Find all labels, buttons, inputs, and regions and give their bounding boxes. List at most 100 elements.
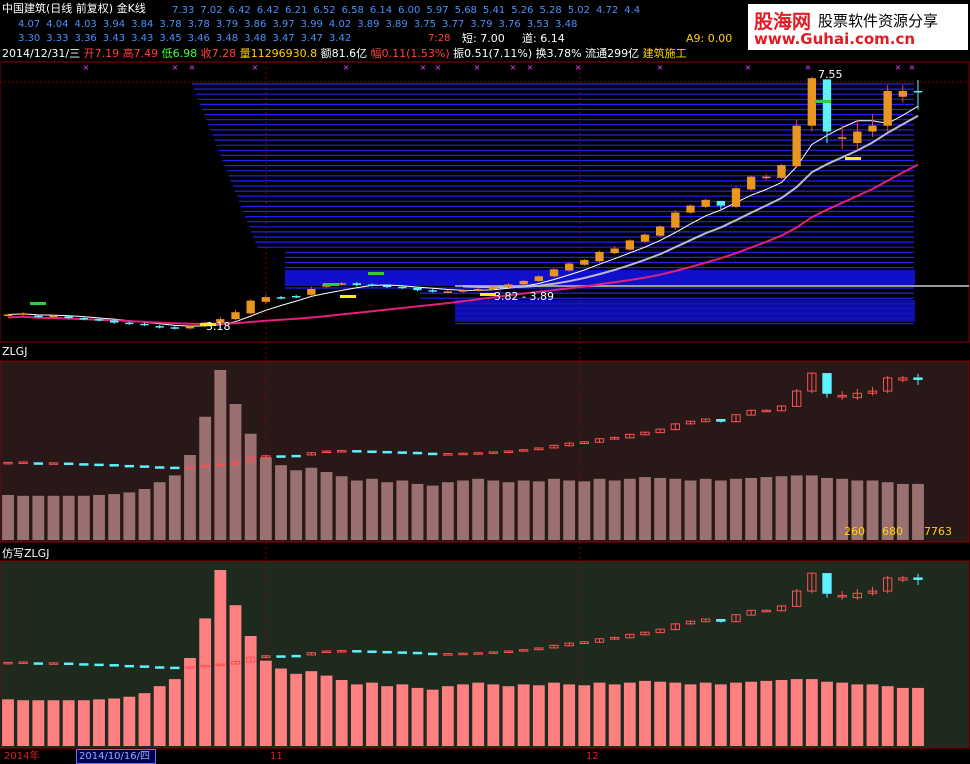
price-chart[interactable]: × × × × × × × × × × × × × × × × 7.55 3.18 3.82 - 3.89 2… [0,0,970,764]
volume-bar [366,478,378,540]
volume-bar [775,476,788,540]
mini-candle-body [94,663,104,667]
volume-bar [168,679,181,746]
signal-marker: × [474,63,481,72]
mini-candle-body [109,464,119,467]
volume-bar [229,404,242,540]
signal-bar [845,157,861,160]
volume-bar [699,478,712,540]
volume-bar [669,682,682,746]
chart-window: 中国建筑(日线 前复权) 金K线 7.33 7.02 6.42 6.42 6.21 6.5… [0,0,970,764]
mini-candle-body [352,650,362,653]
candle-body [155,326,164,328]
mini-candle-body [352,450,362,453]
zlgj-value-1: 260 [844,525,865,538]
candle-body [746,176,756,190]
volume-bar [699,682,712,746]
candle-body [307,289,316,295]
signal-bar [340,295,356,298]
mini-candle-body [33,462,44,465]
volume-bar [184,658,196,746]
volume-bar [396,684,409,746]
panel-title-zlgj[interactable]: ZLGJ [2,345,27,358]
mini-candle-body [124,464,135,468]
mini-candle-body [276,655,286,658]
date-month-12: 12 [586,751,599,762]
volume-bar [199,416,212,540]
volume-bar [153,482,166,540]
candle-body [276,297,286,299]
mini-candle-body [397,651,408,654]
candle-body [64,316,73,318]
candle-body [18,313,28,315]
mini-candle-body [913,577,923,580]
candle-body [109,320,119,323]
volume-bar [32,495,45,540]
volume-bar [290,673,303,746]
volume-bar [578,481,591,540]
volume-bar [244,636,257,746]
volume-bar [563,480,576,540]
candle-body [367,284,377,286]
signal-marker: × [657,63,664,72]
volume-bar [730,682,742,746]
mini-candle-body [822,373,832,394]
candle-body [837,137,847,139]
mini-candle-body [139,465,150,468]
candle-body [883,90,892,126]
candle-body [595,251,604,262]
candle-body [913,90,923,93]
volume-bar [548,682,560,746]
panel-title-fake-zlgj[interactable]: 仿写ZLGJ [2,545,49,561]
volume-bar [866,480,879,540]
volume-bar [502,482,515,540]
volume-bar [608,480,621,540]
candle-body [853,131,862,144]
mini-candle-body [382,650,392,654]
candle-body [686,205,695,213]
candle-body [716,201,726,206]
mini-candle-body [139,665,150,668]
candle-body [140,323,149,326]
candle-body [898,90,908,97]
candle-body [428,290,437,292]
volume-bar [62,700,75,746]
volume-bar [805,679,818,746]
mini-candle-body [63,662,74,666]
mini-candle-body [716,619,726,622]
volume-bar [532,481,545,540]
volume-bar [608,684,621,746]
volume-bar [411,483,424,540]
volume-bar [153,686,166,746]
candle-body [49,315,58,318]
candle-body [671,212,680,228]
candle-body [458,290,468,292]
candle-body [580,260,589,265]
candle-body [868,125,877,132]
volume-bar [760,680,773,746]
dense-band [455,300,915,322]
volume-bar [775,680,788,746]
volume-bar [457,480,469,540]
candle-body [231,312,240,320]
volume-bar [836,682,849,746]
mini-candle-body [382,450,392,454]
volume-bar [517,684,530,746]
selected-date[interactable]: 2014/10/16/四 [76,749,156,764]
date-year: 2014年 [4,751,40,762]
signal-marker: × [510,63,517,72]
volume-bar [654,477,667,540]
candle-body [94,319,104,321]
volume-bar [912,687,924,746]
candle-body [807,78,817,126]
volume-bar [199,618,212,746]
candle-body [125,322,134,325]
volume-bar [441,482,454,540]
candle-body [731,188,741,207]
signal-marker: × [343,63,350,72]
candle-body [185,326,195,329]
volume-bar [821,681,833,746]
volume-bar [350,684,363,746]
volume-bar [123,492,136,540]
volume-bar [214,570,227,746]
